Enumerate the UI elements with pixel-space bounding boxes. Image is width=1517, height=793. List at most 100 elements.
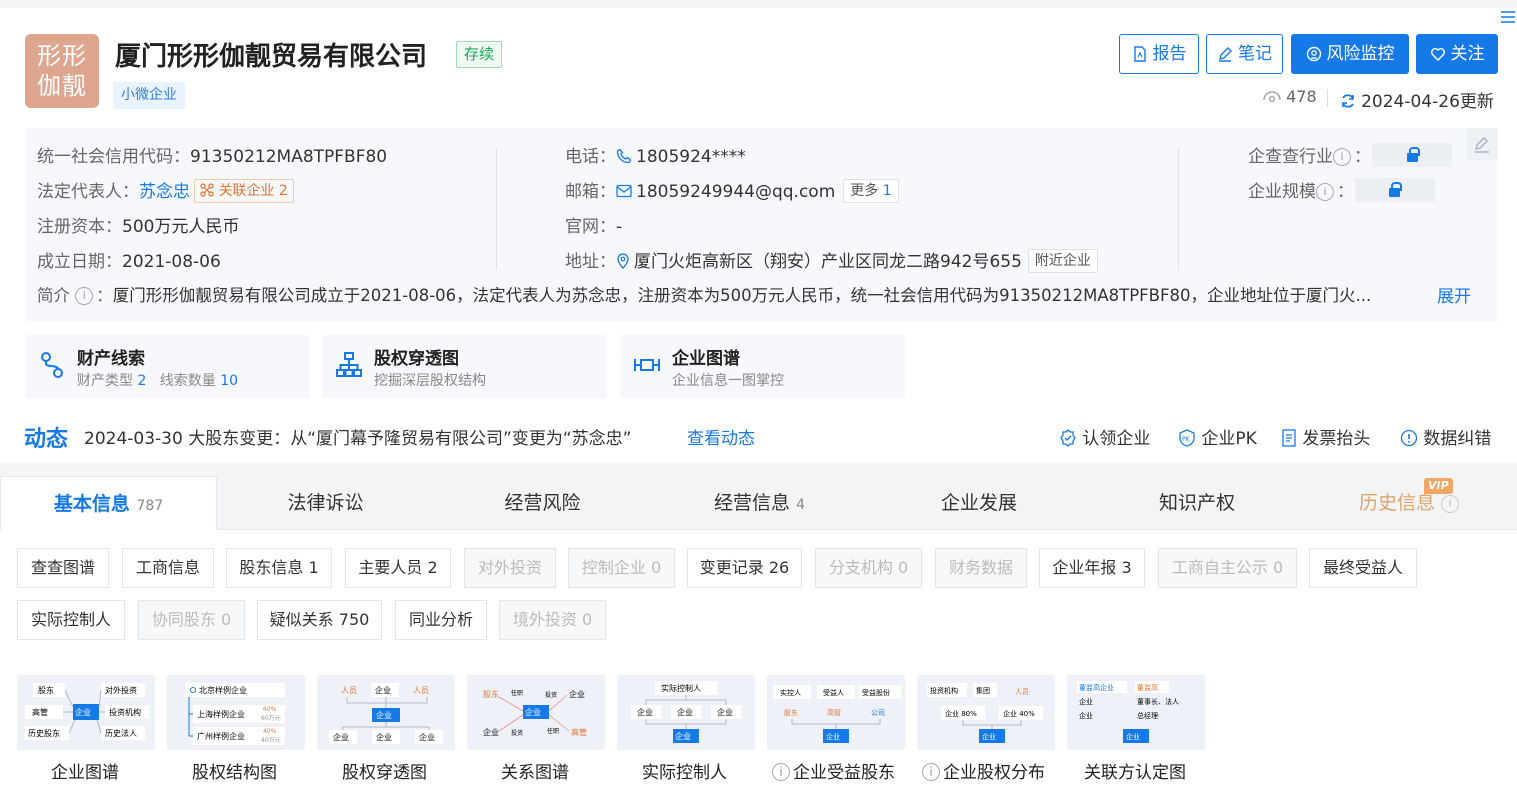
tab-business-info[interactable]: 经营信息 4 (651, 476, 868, 530)
tab-ip[interactable]: 知识产权 (1090, 476, 1304, 530)
nearby-companies-chip[interactable]: 附近企业 (1027, 249, 1098, 273)
subtab-annual-reports[interactable]: 企业年报 3 (1039, 548, 1145, 588)
subtab-suspected-relations[interactable]: 疑似关系 750 (257, 600, 382, 640)
svg-text:企业: 企业 (1079, 697, 1093, 706)
svg-text:人员: 人员 (1015, 688, 1029, 696)
update-date: 2024-04-26更新 (1340, 87, 1494, 112)
svg-text:企业: 企业 (75, 707, 91, 717)
legal-rep-link[interactable]: 苏念忠 (139, 182, 190, 202)
subtab-controlled: 控制企业 0 (568, 548, 675, 588)
follow-button[interactable]: 关注 (1416, 34, 1498, 74)
svg-text:企业: 企业 (333, 732, 349, 742)
thumb-label[interactable]: 关系图谱 (501, 758, 569, 783)
property-clue-card[interactable]: 财产线索 财产类型 2 线索数量 10 (25, 335, 310, 398)
top-strip (0, 0, 1517, 8)
tab-legal[interactable]: 法律诉讼 (217, 476, 434, 530)
edit-icon (1475, 137, 1489, 153)
graph-icon (634, 359, 660, 371)
report-button[interactable]: 报告 (1119, 34, 1199, 74)
thumb-label[interactable]: 股权穿透图 (342, 758, 427, 783)
subtab-beneficiaries[interactable]: 最终受益人 (1309, 548, 1417, 588)
thumb-equity-distribution[interactable]: 投资机构 集团 人员 企业 80% 企业 40% 企业 (917, 675, 1055, 750)
alert-icon (1400, 429, 1418, 447)
heart-icon (1430, 48, 1445, 61)
svg-text:60%: 60% (263, 706, 277, 713)
subtab-graph[interactable]: 查查图谱 (17, 548, 109, 588)
scale-tag[interactable]: 小微企业 (113, 82, 185, 109)
corner-icon[interactable] (1497, 8, 1517, 26)
svg-text:企业: 企业 (376, 732, 392, 742)
info-divider-2 (1178, 148, 1179, 270)
card-title: 股权穿透图 (374, 349, 459, 369)
risk-monitor-button[interactable]: 风险监控 (1291, 34, 1409, 74)
refresh-icon (1342, 94, 1354, 108)
thumb-enterprise-graph[interactable]: 股东 对外投资 高管 企业 投资机构 历史股东 历史法人 (17, 675, 155, 750)
website-row: 官网：- (565, 217, 623, 237)
thumb-equity-penetration[interactable]: 人员 企业 人员 企业 企业 企业 企业 (317, 675, 455, 750)
note-button[interactable]: 笔记 (1206, 34, 1283, 74)
view-count: 478 (1263, 87, 1317, 106)
svg-text:董监高: 董监高 (1137, 683, 1158, 692)
svg-text:实控人: 实控人 (780, 688, 801, 697)
svg-text:60万元: 60万元 (261, 715, 281, 722)
svg-text:企业: 企业 (675, 731, 691, 741)
monitor-label: 风险监控 (1326, 44, 1395, 64)
subtab-key-personnel[interactable]: 主要人员 2 (345, 548, 451, 588)
subtab-shareholders[interactable]: 股东信息 1 (226, 548, 332, 588)
claim-company-link[interactable]: 认领企业 (1059, 424, 1150, 449)
svg-text:高管: 高管 (32, 707, 48, 717)
address-row: 地址： 厦门火炬高新区（翔安）产业区同龙二路942号655 附近企业 (565, 247, 1098, 273)
credit-code-value[interactable]: 91350212MA8TPFBF80 (190, 147, 387, 167)
info-icon[interactable]: i (1316, 183, 1334, 201)
expand-link[interactable]: 展开 (1437, 282, 1471, 307)
subtab-business-registry[interactable]: 工商信息 (122, 548, 214, 588)
subtab-actual-controller[interactable]: 实际控制人 (17, 600, 125, 640)
clue-icon (41, 352, 63, 378)
company-pk-link[interactable]: PK 企业PK (1178, 424, 1257, 449)
thumb-label[interactable]: 实际控制人 (642, 758, 727, 783)
tab-business-risk[interactable]: 经营风险 (434, 476, 651, 530)
svg-text:企业: 企业 (419, 732, 435, 742)
email-value[interactable]: 18059249944@qq.com (636, 182, 835, 202)
updated-value: 2024-04-26更新 (1361, 92, 1494, 112)
thumb-equity-structure[interactable]: 北京样例企业 上海样例企业 60% 60万元 广州样例企业 40% 40万元 (167, 675, 305, 750)
thumb-beneficiary-shareholders[interactable]: 实控人 受益人 受益股份 股东 高管 公司 企业 (767, 675, 905, 750)
phone-value[interactable]: 1805924**** (636, 147, 746, 167)
svg-text:企业: 企业 (717, 707, 733, 717)
thumb-actual-controller[interactable]: 实际控制人 企业 企业 企业 企业 (617, 675, 755, 750)
thumb-label[interactable]: 股权结构图 (192, 758, 277, 783)
thumb-label[interactable]: 企业图谱 (51, 758, 119, 783)
email-icon (616, 184, 632, 198)
related-companies-chip[interactable]: 关联企业 2 (194, 179, 294, 203)
thumb-label[interactable]: 关联方认定图 (1084, 758, 1186, 783)
edit-button[interactable] (1466, 128, 1498, 160)
address-value[interactable]: 厦门火炬高新区（翔安）产业区同龙二路942号655 (634, 252, 1022, 272)
thumb-label-distribution[interactable]: i 企业股权分布 (922, 758, 1045, 783)
thumb-related-party[interactable]: 董监高企业 董监高 企业 董事长、法人 企业 总经理 企业 (1067, 675, 1205, 750)
invoice-icon (1282, 429, 1296, 447)
more-emails-chip[interactable]: 更多 1 (843, 179, 899, 203)
tab-history[interactable]: 历史信息 i (1304, 476, 1517, 530)
views-value: 478 (1286, 87, 1317, 106)
info-icon[interactable]: i (75, 287, 94, 305)
svg-text:实际控制人: 实际控制人 (661, 683, 701, 693)
thumb-label-beneficiary[interactable]: i 企业受益股东 (772, 758, 895, 783)
svg-text:集团: 集团 (976, 686, 990, 695)
thumb-relationship-graph[interactable]: 股东 任职 投资 企业 企业 投资 任职 高管 企业 (467, 675, 605, 750)
subtab-peer-analysis[interactable]: 同业分析 (395, 600, 487, 640)
status-badge: 存续 (456, 41, 503, 68)
hierarchy-icon (336, 352, 362, 377)
info-icon[interactable]: i (1333, 148, 1351, 166)
svg-text:企业: 企业 (1079, 711, 1093, 720)
tab-development[interactable]: 企业发展 (868, 476, 1090, 530)
note-label: 笔记 (1238, 44, 1272, 64)
equity-penetration-card[interactable]: 股权穿透图 挖掘深层股权结构 (322, 335, 607, 398)
svg-text:企业 40%: 企业 40% (1003, 709, 1035, 718)
subtab-changes[interactable]: 变更记录 26 (687, 548, 802, 588)
view-dynamic-link[interactable]: 查看动态 (687, 424, 755, 449)
svg-text:PK: PK (1182, 436, 1191, 443)
data-correction-link[interactable]: 数据纠错 (1400, 424, 1491, 449)
enterprise-graph-card[interactable]: 企业图谱 企业信息一图掌控 (620, 335, 905, 398)
invoice-title-link[interactable]: 发票抬头 (1281, 424, 1370, 449)
tab-basic-info[interactable]: 基本信息 787 (0, 476, 217, 530)
